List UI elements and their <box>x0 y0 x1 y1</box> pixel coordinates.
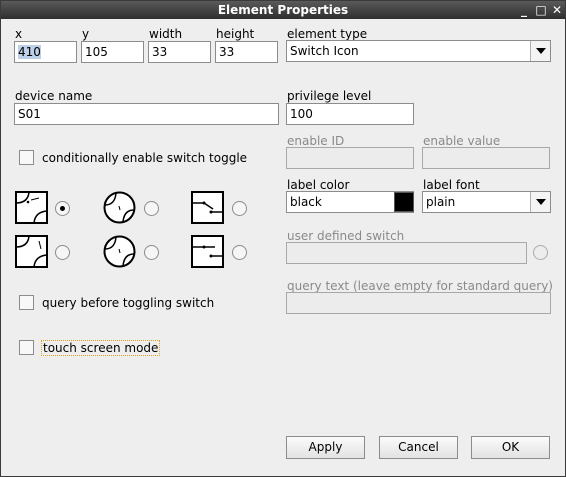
rotary-switch-icon-a[interactable] <box>103 191 136 224</box>
user-defined-switch-field[interactable] <box>286 242 527 264</box>
x-field[interactable]: 410 <box>14 41 77 63</box>
switch-curve-icon-b[interactable] <box>15 235 48 268</box>
conditional-enable-checkbox[interactable] <box>19 150 34 165</box>
minimize-icon[interactable]: _ <box>516 2 532 18</box>
touch-screen-mode-label: touch screen mode <box>41 340 161 356</box>
label-font-select[interactable]: plain <box>422 191 551 213</box>
y-label: y <box>82 27 90 41</box>
query-before-toggling-checkbox[interactable] <box>19 295 34 310</box>
element-properties-window: Element Properties _ □ ✕ x 410 y 105 wid… <box>0 0 566 477</box>
query-text-label: query text (leave empty for standard que… <box>287 279 553 293</box>
icon-option-radio-1[interactable] <box>55 201 70 216</box>
apply-button[interactable]: Apply <box>286 436 365 459</box>
y-field[interactable]: 105 <box>81 41 144 63</box>
element-type-value: Switch Icon <box>290 44 359 58</box>
x-label: x <box>15 27 23 41</box>
icon-option-radio-3[interactable] <box>232 201 247 216</box>
chevron-down-icon[interactable] <box>530 41 550 61</box>
conditional-enable-label: conditionally enable switch toggle <box>42 151 248 165</box>
element-type-label: element type <box>287 27 368 41</box>
user-defined-switch-label: user defined switch <box>287 229 405 243</box>
height-label: height <box>216 27 255 41</box>
user-defined-switch-radio[interactable] <box>533 245 548 260</box>
close-icon[interactable]: ✕ <box>549 2 565 18</box>
icon-option-radio-4[interactable] <box>55 245 70 260</box>
label-font-value: plain <box>426 195 456 209</box>
enable-id-label: enable ID <box>287 134 345 148</box>
title-bar: Element Properties _ □ ✕ <box>1 1 565 19</box>
maximize-icon[interactable]: □ <box>533 2 549 18</box>
switch-curve-icon-a[interactable] <box>15 191 48 224</box>
knife-switch-icon-b[interactable] <box>191 235 224 268</box>
chevron-down-icon[interactable] <box>530 192 550 212</box>
ok-button[interactable]: OK <box>471 436 550 459</box>
element-type-select[interactable]: Switch Icon <box>286 40 551 62</box>
label-font-label: label font <box>423 178 480 192</box>
enable-id-field[interactable] <box>286 147 414 169</box>
enable-value-field[interactable] <box>422 147 550 169</box>
height-field[interactable]: 33 <box>215 41 278 63</box>
touch-screen-mode-checkbox[interactable] <box>19 340 34 355</box>
rotary-switch-icon-b[interactable] <box>103 235 136 268</box>
privilege-level-field[interactable]: 100 <box>286 103 414 125</box>
icon-option-radio-5[interactable] <box>144 245 159 260</box>
privilege-level-label: privilege level <box>287 89 372 103</box>
device-name-field[interactable]: S01 <box>14 103 279 125</box>
icon-option-radio-2[interactable] <box>144 201 159 216</box>
device-name-label: device name <box>15 89 93 103</box>
label-color-value: black <box>290 195 322 209</box>
query-before-toggling-label: query before toggling switch <box>42 296 215 310</box>
cancel-button[interactable]: Cancel <box>379 436 458 459</box>
label-color-swatch[interactable] <box>394 192 414 212</box>
window-title: Element Properties <box>217 3 349 17</box>
label-color-label: label color <box>287 178 350 192</box>
width-label: width <box>149 27 183 41</box>
icon-option-radio-6[interactable] <box>232 245 247 260</box>
x-value: 410 <box>18 45 41 59</box>
knife-switch-icon-a[interactable] <box>191 191 224 224</box>
width-field[interactable]: 33 <box>148 41 211 63</box>
enable-value-label: enable value <box>423 134 501 148</box>
query-text-field[interactable] <box>286 292 551 314</box>
